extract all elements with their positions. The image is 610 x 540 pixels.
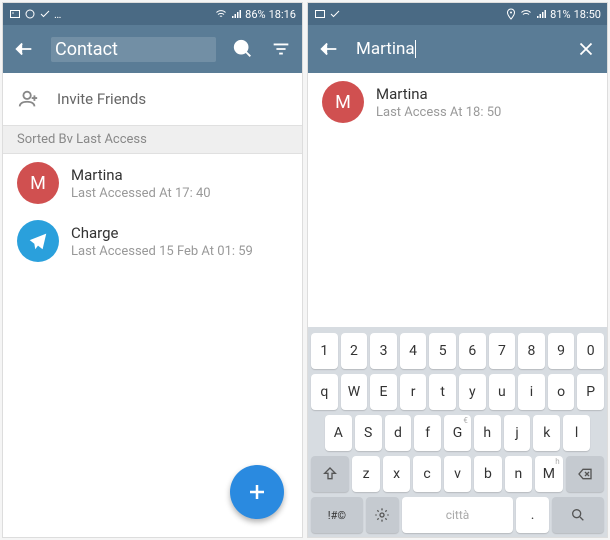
key-k[interactable]: k — [533, 415, 560, 451]
key-6[interactable]: 6 — [459, 333, 486, 369]
telegram-avatar — [17, 220, 59, 262]
key-A[interactable]: A — [325, 415, 352, 451]
key-t[interactable]: t — [429, 374, 456, 410]
left-screen: … 86% 18:16 Contact Invite Friends Sorte… — [2, 2, 303, 538]
key-x[interactable]: x — [383, 456, 410, 492]
key-M[interactable]: Mh — [535, 456, 562, 492]
back-button[interactable] — [318, 38, 340, 60]
location-icon — [505, 8, 517, 20]
key-u[interactable]: u — [489, 374, 516, 410]
contact-row[interactable]: Charge Last Accessed 15 Feb At 01: 59 — [3, 212, 302, 270]
status-bar: 81% 18:50 — [308, 3, 607, 25]
key-z[interactable]: z — [352, 456, 379, 492]
search-input[interactable]: Martina — [356, 39, 415, 59]
back-button[interactable] — [13, 38, 35, 60]
key-n[interactable]: n — [505, 456, 532, 492]
key-j[interactable]: j — [504, 415, 531, 451]
contact-sub: Last Access At 18: 50 — [376, 105, 501, 120]
signal-icon — [230, 8, 242, 20]
contact-name: Charge — [71, 224, 253, 242]
check-icon — [39, 8, 51, 20]
key-9[interactable]: 9 — [548, 333, 575, 369]
page-title: Contact — [51, 37, 216, 62]
section-header: Sorted Bv Last Access — [3, 125, 302, 154]
key-8[interactable]: 8 — [518, 333, 545, 369]
status-bar: … 86% 18:16 — [3, 3, 302, 25]
contact-sub: Last Accessed 15 Feb At 01: 59 — [71, 244, 253, 259]
signal-icon — [535, 8, 547, 20]
search-button[interactable] — [232, 38, 254, 60]
key-E[interactable]: E — [370, 374, 397, 410]
key-i[interactable]: i — [518, 374, 545, 410]
sort-button[interactable] — [270, 38, 292, 60]
avatar: M — [322, 81, 364, 123]
invite-icon — [17, 88, 39, 110]
search-results: M Martina Last Access At 18: 50 — [308, 73, 607, 327]
settings-key[interactable] — [366, 497, 399, 533]
contact-row[interactable]: M Martina Last Access At 18: 50 — [308, 73, 607, 131]
key-S[interactable]: S — [355, 415, 382, 451]
battery-text: 81% — [550, 8, 570, 21]
search-key[interactable] — [552, 497, 604, 533]
symbols-key[interactable]: !#© — [311, 497, 363, 533]
clear-search-button[interactable] — [575, 38, 597, 60]
key-o[interactable]: o — [548, 374, 575, 410]
key-l[interactable]: l — [563, 415, 590, 451]
key-h[interactable]: h — [474, 415, 501, 451]
period-key[interactable]: . — [516, 497, 549, 533]
kb-row-4: zxcvbnMh — [311, 456, 604, 492]
key-W[interactable]: W — [341, 374, 368, 410]
key-0[interactable]: 0 — [577, 333, 604, 369]
key-f[interactable]: f — [414, 415, 441, 451]
shift-key[interactable] — [311, 456, 349, 492]
kb-row-3: ASdfG€hjkl — [311, 415, 604, 451]
key-2[interactable]: 2 — [341, 333, 368, 369]
kb-row-2: qWErtyuioP — [311, 374, 604, 410]
new-contact-fab[interactable] — [230, 465, 284, 519]
chat-icon — [24, 8, 36, 20]
key-r[interactable]: r — [400, 374, 427, 410]
key-P[interactable]: P — [577, 374, 604, 410]
invite-label: Invite Friends — [57, 90, 146, 108]
key-1[interactable]: 1 — [311, 333, 338, 369]
key-3[interactable]: 3 — [370, 333, 397, 369]
wifi-icon — [520, 8, 532, 20]
more-icon: … — [54, 8, 61, 21]
wifi-icon — [215, 8, 227, 20]
key-c[interactable]: c — [413, 456, 440, 492]
invite-friends-row[interactable]: Invite Friends — [3, 73, 302, 125]
clock-text: 18:50 — [574, 8, 601, 21]
backspace-key[interactable] — [566, 456, 604, 492]
contact-name: Martina — [71, 166, 211, 184]
image-icon — [9, 8, 21, 20]
image-icon — [314, 8, 326, 20]
key-G[interactable]: G€ — [444, 415, 471, 451]
clock-text: 18:16 — [269, 8, 296, 21]
key-v[interactable]: v — [444, 456, 471, 492]
check-icon — [329, 8, 341, 20]
app-header: Contact — [3, 25, 302, 73]
contact-sub: Last Accessed At 17: 40 — [71, 186, 211, 201]
key-b[interactable]: b — [474, 456, 501, 492]
key-y[interactable]: y — [459, 374, 486, 410]
contact-row[interactable]: M Martina Last Accessed At 17: 40 — [3, 154, 302, 212]
right-screen: 81% 18:50 Martina M Martina Last Access … — [307, 2, 608, 538]
key-7[interactable]: 7 — [489, 333, 516, 369]
kb-row-5: !#© città . — [311, 497, 604, 533]
key-5[interactable]: 5 — [429, 333, 456, 369]
soft-keyboard: 1234567890 qWErtyuioP ASdfG€hjkl zxcvbnM… — [308, 327, 607, 537]
contact-name: Martina — [376, 85, 501, 103]
space-key[interactable]: città — [402, 497, 513, 533]
search-header: Martina — [308, 25, 607, 73]
key-4[interactable]: 4 — [400, 333, 427, 369]
battery-text: 86% — [245, 8, 265, 21]
avatar: M — [17, 162, 59, 204]
kb-row-numbers: 1234567890 — [311, 333, 604, 369]
key-q[interactable]: q — [311, 374, 338, 410]
key-d[interactable]: d — [385, 415, 412, 451]
